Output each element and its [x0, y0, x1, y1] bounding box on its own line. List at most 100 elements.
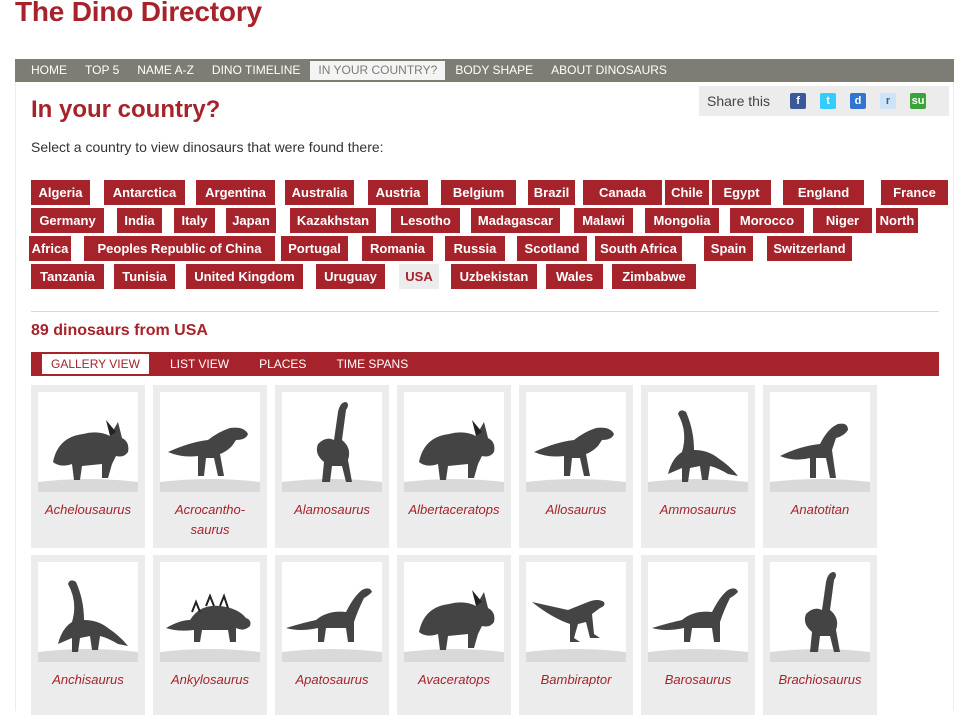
dino-image[interactable]: [770, 562, 870, 662]
dino-image[interactable]: [404, 392, 504, 492]
country-romania[interactable]: Romania: [362, 236, 433, 261]
dino-card[interactable]: Ankylosaurus: [153, 555, 267, 715]
dino-name[interactable]: Alamosaurus: [275, 500, 389, 520]
tab-list-view[interactable]: LIST VIEW: [161, 354, 238, 374]
tab-places[interactable]: PLACES: [250, 354, 315, 374]
country-tunisia[interactable]: Tunisia: [114, 264, 175, 289]
country-algeria[interactable]: Algeria: [31, 180, 90, 205]
dino-card[interactable]: Brachiosaurus: [763, 555, 877, 715]
country-scotland[interactable]: Scotland: [517, 236, 587, 261]
country-mongolia[interactable]: Mongolia: [645, 208, 719, 233]
country-kazakhstan[interactable]: Kazakhstan: [290, 208, 376, 233]
country-uruguay[interactable]: Uruguay: [316, 264, 385, 289]
country-india[interactable]: India: [117, 208, 162, 233]
country-united-kingdom[interactable]: United Kingdom: [186, 264, 303, 289]
delicious-icon[interactable]: d: [850, 93, 867, 109]
dino-name[interactable]: Anatotitan: [763, 500, 877, 520]
dino-image[interactable]: [38, 392, 138, 492]
dino-card[interactable]: Ammosaurus: [641, 385, 755, 548]
dino-name[interactable]: Avaceratops: [397, 670, 511, 690]
dino-card[interactable]: Apatosaurus: [275, 555, 389, 715]
country-canada[interactable]: Canada: [583, 180, 662, 205]
nav-home[interactable]: HOME: [23, 61, 75, 80]
dino-name[interactable]: Achelousaurus: [31, 500, 145, 520]
dino-name[interactable]: Albertaceratops: [397, 500, 511, 520]
tab-gallery-view[interactable]: GALLERY VIEW: [42, 354, 149, 374]
dino-image[interactable]: [38, 562, 138, 662]
dino-card[interactable]: Barosaurus: [641, 555, 755, 715]
site-title[interactable]: The Dino Directory: [15, 0, 262, 28]
nav-dino-timeline[interactable]: DINO TIMELINE: [204, 61, 308, 80]
nav-in-your-country[interactable]: IN YOUR COUNTRY?: [310, 61, 446, 80]
dino-name[interactable]: Brachiosaurus: [763, 670, 877, 690]
nav-about-dinosaurs[interactable]: ABOUT DINOSAURS: [543, 61, 675, 80]
country-russia[interactable]: Russia: [445, 236, 505, 261]
country-england[interactable]: England: [783, 180, 864, 205]
country-niger[interactable]: Niger: [813, 208, 872, 233]
country-germany[interactable]: Germany: [31, 208, 104, 233]
dino-image[interactable]: [282, 562, 382, 662]
dino-image[interactable]: [526, 562, 626, 662]
dino-image[interactable]: [282, 392, 382, 492]
twitter-icon[interactable]: t: [820, 93, 837, 109]
country-spain[interactable]: Spain: [704, 236, 753, 261]
dino-name[interactable]: Allosaurus: [519, 500, 633, 520]
country-usa[interactable]: USA: [399, 264, 439, 289]
country-morocco[interactable]: Morocco: [730, 208, 804, 233]
dino-name[interactable]: Ankylosaurus: [153, 670, 267, 690]
country-switzerland[interactable]: Switzerland: [767, 236, 852, 261]
nav-body-shape[interactable]: BODY SHAPE: [447, 61, 541, 80]
dino-card[interactable]: Acrocantho-saurus: [153, 385, 267, 548]
country-portugal[interactable]: Portugal: [281, 236, 348, 261]
facebook-icon[interactable]: f: [790, 93, 807, 109]
dino-image[interactable]: [404, 562, 504, 662]
dino-card[interactable]: Alamosaurus: [275, 385, 389, 548]
dino-image[interactable]: [648, 392, 748, 492]
dino-name[interactable]: Anchisaurus: [31, 670, 145, 690]
tab-time-spans[interactable]: TIME SPANS: [327, 354, 417, 374]
country-egypt[interactable]: Egypt: [712, 180, 771, 205]
dino-image[interactable]: [160, 392, 260, 492]
country-brazil[interactable]: Brazil: [528, 180, 575, 205]
country-zimbabwe[interactable]: Zimbabwe: [612, 264, 696, 289]
country-argentina[interactable]: Argentina: [196, 180, 275, 205]
dino-card[interactable]: Anchisaurus: [31, 555, 145, 715]
dino-name[interactable]: Acrocantho-saurus: [153, 500, 267, 540]
dino-card[interactable]: Avaceratops: [397, 555, 511, 715]
dino-card[interactable]: Anatotitan: [763, 385, 877, 548]
dino-image[interactable]: [160, 562, 260, 662]
dino-name[interactable]: Bambiraptor: [519, 670, 633, 690]
dino-card[interactable]: Albertaceratops: [397, 385, 511, 548]
country-tanzania[interactable]: Tanzania: [31, 264, 104, 289]
dino-image[interactable]: [770, 392, 870, 492]
stumbleupon-icon[interactable]: su: [910, 93, 927, 109]
country-antarctica[interactable]: Antarctica: [104, 180, 185, 205]
reddit-icon[interactable]: r: [880, 93, 897, 109]
country-japan[interactable]: Japan: [226, 208, 276, 233]
country-malawi[interactable]: Malawi: [574, 208, 633, 233]
country-north-africa[interactable]: North: [876, 208, 918, 233]
nav-name-a-z[interactable]: NAME A-Z: [129, 61, 202, 80]
country-south-africa[interactable]: South Africa: [595, 236, 682, 261]
country-lesotho[interactable]: Lesotho: [391, 208, 460, 233]
dino-name[interactable]: Apatosaurus: [275, 670, 389, 690]
country-italy[interactable]: Italy: [174, 208, 215, 233]
nav-top-5[interactable]: TOP 5: [77, 61, 127, 80]
country-wales[interactable]: Wales: [546, 264, 603, 289]
country-belgium[interactable]: Belgium: [441, 180, 516, 205]
dino-name[interactable]: Ammosaurus: [641, 500, 755, 520]
dino-card[interactable]: Achelousaurus: [31, 385, 145, 548]
country-north-africa-cont[interactable]: Africa: [29, 236, 71, 261]
dino-image[interactable]: [526, 392, 626, 492]
dino-card[interactable]: Bambiraptor: [519, 555, 633, 715]
dino-image[interactable]: [648, 562, 748, 662]
dino-card[interactable]: Allosaurus: [519, 385, 633, 548]
country-peoples-republic-of-china[interactable]: Peoples Republic of China: [84, 236, 275, 261]
country-australia[interactable]: Australia: [285, 180, 354, 205]
country-france[interactable]: France: [881, 180, 948, 205]
dino-name[interactable]: Barosaurus: [641, 670, 755, 690]
country-madagascar[interactable]: Madagascar: [471, 208, 560, 233]
country-austria[interactable]: Austria: [368, 180, 428, 205]
country-uzbekistan[interactable]: Uzbekistan: [451, 264, 537, 289]
country-chile[interactable]: Chile: [665, 180, 709, 205]
